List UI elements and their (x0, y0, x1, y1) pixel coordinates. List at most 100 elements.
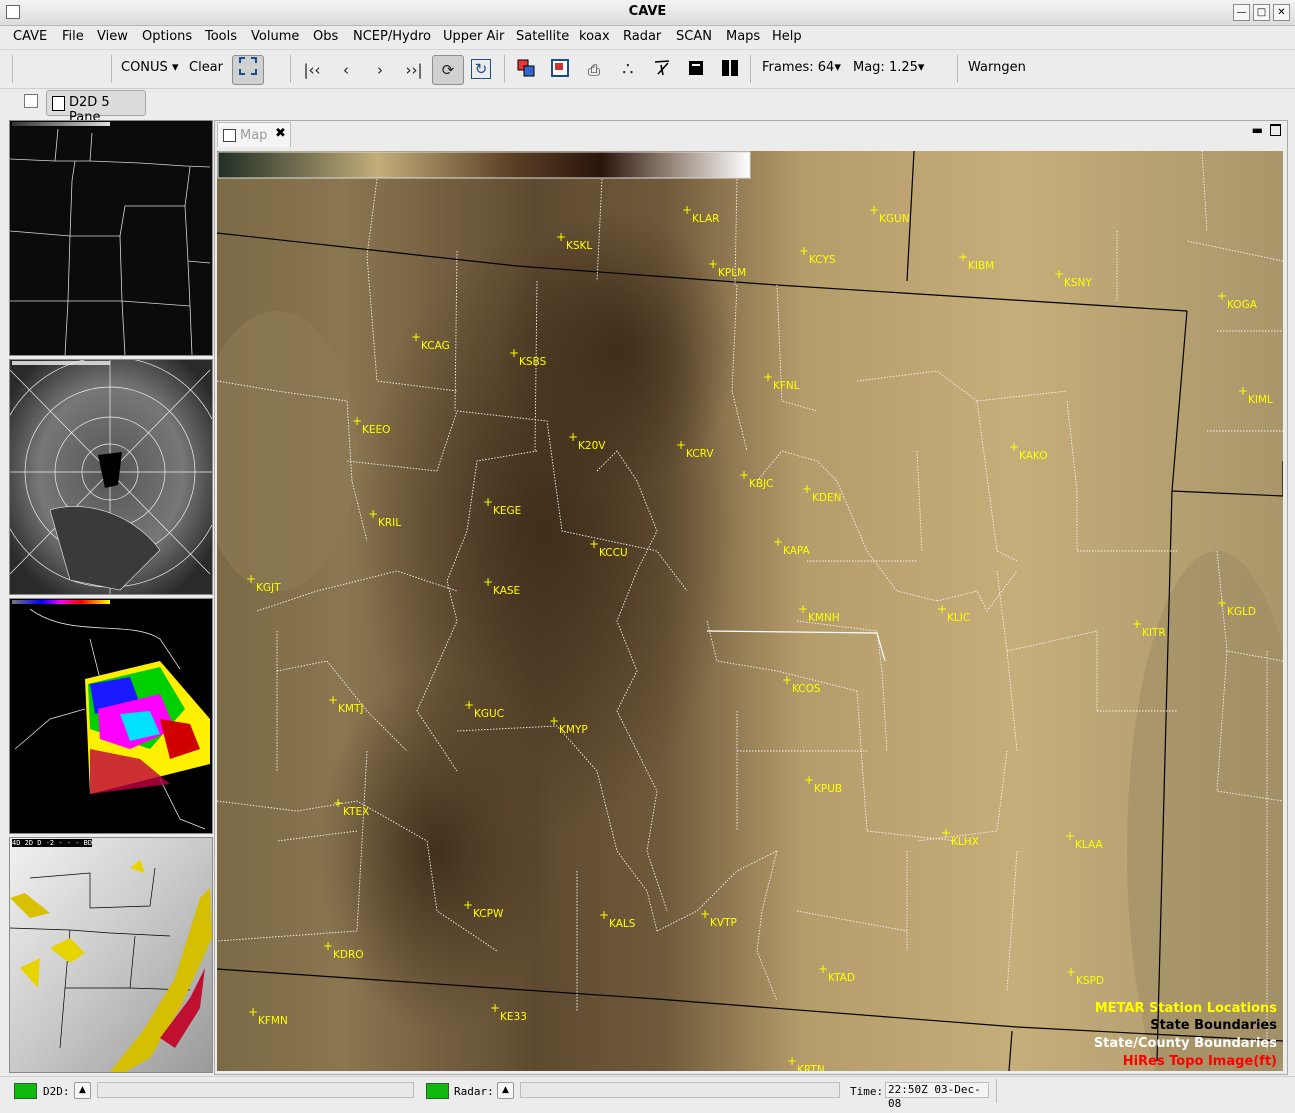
station-id-label: KIBM (968, 260, 995, 272)
station-marker-icon: + (589, 537, 600, 551)
station-id-label: KLAA (1075, 839, 1103, 851)
minimize-editor-icon[interactable]: ▬ (1252, 123, 1263, 137)
station-id-label: KITR (1142, 627, 1166, 639)
menu-file[interactable]: File (62, 29, 84, 44)
station-marker-icon: + (483, 575, 494, 589)
maximize-button[interactable]: □ (1253, 4, 1270, 21)
station-marker-icon: + (1065, 829, 1076, 843)
menu-ncep-hydro[interactable]: NCEP/Hydro (353, 29, 431, 44)
station-marker-icon: + (763, 370, 774, 384)
menu-maps[interactable]: Maps (726, 29, 760, 44)
station-id-label: KE33 (500, 1011, 527, 1023)
radar-label: Radar: (454, 1085, 494, 1098)
station-marker-icon: + (782, 673, 793, 687)
station-marker-icon: + (568, 430, 579, 444)
main-toolbar: CONUS ▾ Clear |‹‹ ‹ › ››| ⟳ ↻ ⎙ ∴ Frames… (0, 49, 1295, 89)
station-marker-icon: + (599, 908, 610, 922)
perspective-d2d-5-pane[interactable]: D2D 5 Pane (46, 90, 146, 125)
station-id-label: KRIL (378, 517, 402, 529)
magnification-dropdown[interactable]: Mag: 1.25▾ (853, 60, 924, 75)
menu-view[interactable]: View (97, 29, 128, 44)
menu-upper-air[interactable]: Upper Air (443, 29, 504, 44)
radar-expand-button[interactable]: ▲ (497, 1082, 514, 1099)
station-marker-icon: + (1217, 289, 1228, 303)
menu-scan[interactable]: SCAN (676, 29, 712, 44)
legend-state: State Boundaries (1150, 1018, 1277, 1033)
station-marker-icon: + (958, 250, 969, 264)
four-panel-icon[interactable] (719, 59, 741, 81)
close-button[interactable]: ✕ (1273, 4, 1290, 21)
toolbar-separator (12, 55, 13, 83)
station-marker-icon: + (773, 535, 784, 549)
previous-frame-icon[interactable]: ‹ (335, 59, 357, 81)
points-icon[interactable]: ∴ (617, 59, 639, 81)
station-marker-icon: + (1066, 965, 1077, 979)
station-marker-icon: + (328, 693, 339, 707)
single-panel-icon[interactable] (685, 59, 707, 81)
side-pane-3[interactable] (9, 598, 213, 834)
station-id-label: KRTN (797, 1064, 825, 1071)
print-icon[interactable]: ⎙ (583, 59, 605, 81)
time-value: 22:50Z 03-Dec-08 (885, 1082, 989, 1110)
station-marker-icon: + (246, 572, 257, 586)
radar-status-indicator[interactable] (426, 1083, 449, 1099)
map-canvas[interactable]: + KLAR + KGUN + KSKL + KCYS + KPLM + KIBM + KSNY + KOGA… (217, 151, 1283, 1071)
scale-dropdown[interactable]: CONUS ▾ (121, 60, 178, 75)
menu-koax[interactable]: koax (579, 29, 610, 44)
station-marker-icon: + (700, 907, 711, 921)
station-id-label: KCOS (792, 683, 821, 695)
warngen-button[interactable]: Warngen (968, 60, 1026, 75)
zoom-extent-icon[interactable] (232, 55, 264, 85)
window-title: CAVE (628, 4, 667, 19)
menu-help[interactable]: Help (772, 29, 802, 44)
station-marker-icon: + (248, 1005, 259, 1019)
image-properties-icon[interactable] (549, 59, 571, 81)
perspective-bar: D2D 5 Pane (0, 88, 1295, 125)
station-id-label: KALS (609, 918, 636, 930)
next-frame-icon[interactable]: › (369, 59, 391, 81)
menu-tools[interactable]: Tools (205, 29, 237, 44)
station-id-label: KFMN (258, 1015, 288, 1027)
menu-obs[interactable]: Obs (313, 29, 338, 44)
status-bar: D2D: ▲ Radar: ▲ Time: 22:50Z 03-Dec-08 (0, 1076, 1295, 1110)
minimize-button[interactable]: — (1233, 4, 1250, 21)
station-marker-icon: + (799, 244, 810, 258)
baselines-icon[interactable] (651, 59, 673, 81)
station-id-label: KASE (493, 585, 521, 597)
open-perspective-icon[interactable] (24, 94, 38, 108)
close-tab-icon[interactable]: ✖ (275, 126, 286, 141)
loop-properties-icon[interactable]: ↻ (471, 59, 491, 79)
station-id-label: KLAR (692, 213, 720, 225)
side-pane-2[interactable] (9, 359, 213, 595)
station-id-label: KLHX (951, 836, 979, 848)
menu-cave[interactable]: CAVE (13, 29, 47, 44)
station-id-label: KMYP (559, 724, 588, 736)
station-id-label: KBJC (749, 478, 774, 490)
station-id-label: KAKO (1019, 450, 1048, 462)
window-title-bar[interactable]: CAVE — □ ✕ (0, 0, 1295, 26)
menu-options[interactable]: Options (142, 29, 192, 44)
loop-icon[interactable]: ⟳ (432, 55, 464, 85)
station-marker-icon: + (798, 602, 809, 616)
side-pane-4[interactable]: 4D 2D D -2 - - - BD (9, 837, 213, 1073)
frames-dropdown[interactable]: Frames: 64▾ (762, 60, 841, 75)
toolbar-separator (957, 55, 958, 83)
menu-satellite[interactable]: Satellite (516, 29, 569, 44)
tab-map[interactable]: Map ✖ (217, 122, 291, 147)
station-id-label: KTEX (343, 806, 370, 818)
d2d-status-indicator[interactable] (14, 1083, 37, 1099)
station-id-label: KPUB (814, 783, 843, 795)
side-pane-1[interactable] (9, 120, 213, 356)
legend-county: State/County Boundaries (1093, 1036, 1277, 1051)
maximize-editor-icon[interactable] (1270, 124, 1281, 136)
first-frame-icon[interactable]: |‹‹ (301, 59, 323, 81)
station-id-label: KCCU (599, 547, 628, 559)
station-id-label: KMTJ (338, 703, 364, 715)
menu-volume[interactable]: Volume (251, 29, 299, 44)
station-id-label: KSBS (519, 356, 547, 368)
d2d-expand-button[interactable]: ▲ (74, 1082, 91, 1099)
image-combination-icon[interactable] (515, 59, 537, 81)
clear-button[interactable]: Clear (189, 60, 223, 75)
menu-radar[interactable]: Radar (623, 29, 661, 44)
last-frame-icon[interactable]: ››| (403, 59, 425, 81)
